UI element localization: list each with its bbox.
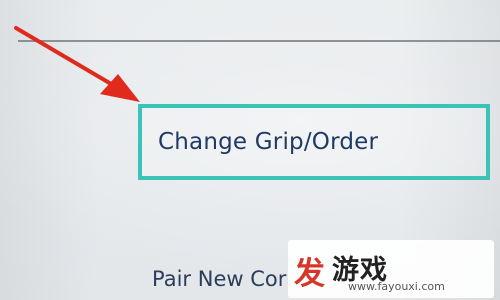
- switch-controllers-screen: Change Grip/Order Pair New Cor 发 游戏 www.…: [0, 0, 500, 300]
- watermark-logo-char: 发: [294, 256, 325, 292]
- watermark-logo: 发 游戏 www.fayouxi.com: [288, 240, 494, 298]
- change-grip-order-button[interactable]: Change Grip/Order: [138, 104, 490, 180]
- header-divider: [18, 40, 500, 42]
- pair-new-controllers-label: Pair New Cor: [152, 267, 287, 291]
- watermark-url: www.fayouxi.com: [348, 280, 445, 293]
- change-grip-order-label: Change Grip/Order: [158, 129, 379, 155]
